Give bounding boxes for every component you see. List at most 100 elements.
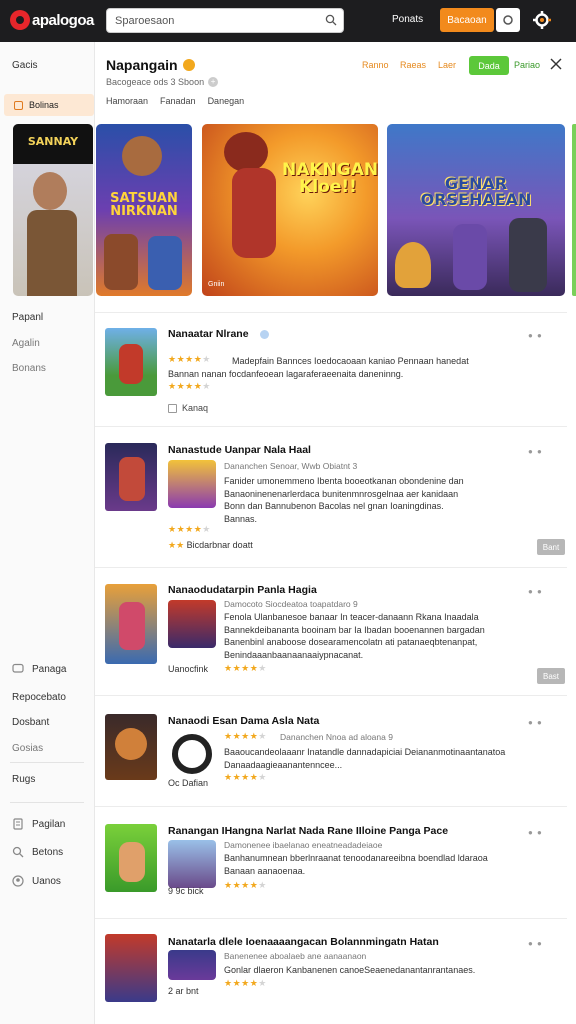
banner-title: SANNAY bbox=[27, 135, 79, 148]
sidebar-group2-item[interactable]: Repocebato bbox=[12, 692, 66, 703]
row-actions-icon[interactable]: ● ● bbox=[528, 331, 543, 340]
description-line: Baaoucandeolaaanr Inatandle dannadapicia… bbox=[224, 747, 506, 757]
row-actions-icon[interactable]: ● ● bbox=[528, 718, 543, 727]
game-screenshot bbox=[168, 730, 216, 778]
action-chip[interactable]: Bast bbox=[537, 668, 565, 684]
row-actions-icon[interactable]: ● ● bbox=[528, 447, 543, 456]
page-title-text: Napangain bbox=[106, 57, 178, 73]
top-nav-link[interactable]: Ponats bbox=[392, 14, 423, 25]
game-thumbnail bbox=[105, 824, 157, 892]
tab-item[interactable]: Danegan bbox=[208, 96, 245, 109]
sidebar-item-label: Pagilan bbox=[32, 818, 66, 830]
rating-stars: ★★★★★ bbox=[224, 880, 267, 890]
chat-icon bbox=[12, 663, 24, 673]
game-meta: Damonenee ibaelanao eneatneadadeiaoe bbox=[224, 840, 383, 850]
plus-icon[interactable]: + bbox=[208, 77, 219, 87]
sidebar-item-label: Betons bbox=[32, 846, 64, 858]
description-line: Bannekdeibananta booinam bar Ia Ibadan b… bbox=[224, 624, 485, 635]
description-line: Madepfain Bannces Ioedocaoaan kaniao Pen… bbox=[232, 356, 469, 366]
game-footer: ★★ Bicdarbnar doatt bbox=[168, 540, 253, 550]
banner-card[interactable]: GENAR ORSEHAEAN bbox=[387, 124, 565, 296]
description-line: Bannas. bbox=[224, 513, 258, 524]
square-icon bbox=[14, 100, 23, 110]
banner-card[interactable]: NAKNGAN Kloe!! Gniin bbox=[202, 124, 378, 296]
sidebar-group1-item[interactable]: Papanl bbox=[12, 312, 43, 323]
sidebar-group2-item[interactable]: Rugs bbox=[12, 774, 35, 785]
banner-title: GENAR ORSEHAEAN bbox=[420, 174, 532, 209]
game-title[interactable]: Ranangan IHangna Narlat Nada Rane IIloin… bbox=[168, 825, 448, 837]
game-title[interactable]: Nanaodudatarpin Panla Hagia bbox=[168, 584, 317, 596]
banner-card[interactable]: SANNAY bbox=[13, 124, 93, 296]
banner-title: SATSUAN NIRKNAN bbox=[110, 191, 178, 219]
description-line: Benindaaanbaanaanaaiypnacanat. bbox=[224, 649, 364, 660]
game-title[interactable]: Nanaatar Nlrane bbox=[168, 328, 249, 340]
top-action-button[interactable]: Bacaoan bbox=[440, 8, 494, 32]
verified-badge-icon bbox=[182, 59, 195, 71]
app-logo[interactable]: apalogoa bbox=[10, 10, 94, 30]
game-screenshot bbox=[168, 950, 216, 980]
description-line: Banaoninenenarlerdaca bunitenmnrosgelnaa… bbox=[224, 488, 459, 499]
game-description: Bannan nanan focdanfeoean lagaraferaeena… bbox=[168, 368, 403, 381]
page-subtitle: Bacogeace ods 3 Sboon + bbox=[106, 77, 219, 87]
header-green-link[interactable]: Pariao bbox=[514, 60, 540, 70]
game-thumbnail bbox=[105, 934, 157, 1002]
game-description: Gonlar dlaeron Kanbanenen canoeSeaenedan… bbox=[224, 964, 475, 977]
rating-stars: ★★★★★ bbox=[168, 354, 211, 364]
sidebar-item-uanos[interactable]: Uanos bbox=[12, 875, 61, 887]
sidebar-group1-item[interactable]: Agalin bbox=[12, 338, 40, 349]
game-footer: Uanocfink bbox=[168, 664, 209, 674]
action-chip[interactable]: Bant bbox=[537, 539, 565, 555]
description-line: Banaan aanaoenaa. bbox=[224, 865, 306, 876]
description-line: Fenola Ulanbanesoe banaar In teacer-dana… bbox=[224, 612, 479, 622]
description-line: Gonlar dlaeron Kanbanenen canoeSeaenedan… bbox=[224, 965, 476, 975]
sidebar-group2-item[interactable]: Gosias bbox=[12, 743, 43, 754]
game-thumbnail bbox=[105, 714, 157, 780]
sidebar-item-betons[interactable]: Betons bbox=[12, 846, 63, 858]
banner-caption: Gniin bbox=[208, 281, 225, 288]
rating-stars: ★★★★★ bbox=[224, 731, 267, 741]
header-link[interactable]: Ranno bbox=[362, 60, 389, 70]
game-footer: 9 9c bick bbox=[168, 886, 204, 896]
game-title[interactable]: Nanatarla dlele Ioenaaaangacan Bolannmin… bbox=[168, 936, 439, 948]
banner-card[interactable]: SATSUAN NIRKNAN bbox=[96, 124, 192, 296]
game-meta: Banenenee aboalaeb ane aanaanaon bbox=[224, 951, 367, 961]
sidebar-item-active[interactable]: Bolinas bbox=[4, 94, 94, 116]
description-line: Fanider umonemmeno Ibenta booeotkanan ob… bbox=[224, 476, 464, 486]
rating-stars: ★★★★★ bbox=[224, 663, 267, 673]
close-icon[interactable] bbox=[550, 58, 562, 70]
header-link[interactable]: Raeas bbox=[400, 60, 426, 70]
top-bar: apalogoa Ponats Bacaoan bbox=[0, 0, 576, 42]
sidebar-item-panaga[interactable]: Panaga bbox=[12, 663, 66, 675]
header-green-button[interactable]: Dada bbox=[469, 56, 509, 75]
profile-button[interactable] bbox=[496, 8, 520, 32]
game-description: Banhanumnean bberlnraanat tenoodanareeib… bbox=[224, 852, 488, 877]
tab-item[interactable]: Hamoraan bbox=[106, 96, 148, 109]
divider bbox=[95, 695, 567, 696]
tab-bar: Hamoraan Fanadan Danegan bbox=[106, 96, 244, 109]
tag-label: Kanaq bbox=[182, 403, 209, 413]
description-line: Danaadaagieaanantenncee... bbox=[224, 759, 343, 770]
search-input[interactable] bbox=[115, 14, 315, 27]
verified-icon bbox=[260, 330, 269, 339]
game-thumbnail bbox=[105, 584, 157, 664]
game-footer: Oc Dafian bbox=[168, 778, 209, 788]
game-title[interactable]: Nanastude Uanpar Nala Haal bbox=[168, 444, 311, 456]
game-meta: Dananchen Nnoa ad aloana 9 bbox=[280, 732, 393, 742]
sidebar-item-top[interactable]: Gacis bbox=[12, 60, 38, 71]
search-icon[interactable] bbox=[325, 14, 337, 26]
game-title[interactable]: Nanaodi Esan Dama Asla Nata bbox=[168, 715, 319, 727]
sidebar-group1-item[interactable]: Bonans bbox=[12, 363, 46, 374]
row-actions-icon[interactable]: ● ● bbox=[528, 939, 543, 948]
user-icon bbox=[12, 875, 24, 887]
row-actions-icon[interactable]: ● ● bbox=[528, 587, 543, 596]
tab-item[interactable]: Fanadan bbox=[160, 96, 196, 109]
footer-text: Bicdarbnar doatt bbox=[186, 540, 253, 550]
search-icon bbox=[12, 846, 24, 858]
row-actions-icon[interactable]: ● ● bbox=[528, 828, 543, 837]
tag-pill[interactable]: Kanaq bbox=[168, 401, 208, 415]
header-link[interactable]: Laer bbox=[438, 60, 456, 70]
sidebar-item-pagilan[interactable]: Pagilan bbox=[12, 818, 65, 830]
settings-gear-icon[interactable] bbox=[532, 10, 552, 30]
sidebar-group2-item[interactable]: Dosbant bbox=[12, 717, 49, 728]
divider bbox=[95, 426, 567, 427]
